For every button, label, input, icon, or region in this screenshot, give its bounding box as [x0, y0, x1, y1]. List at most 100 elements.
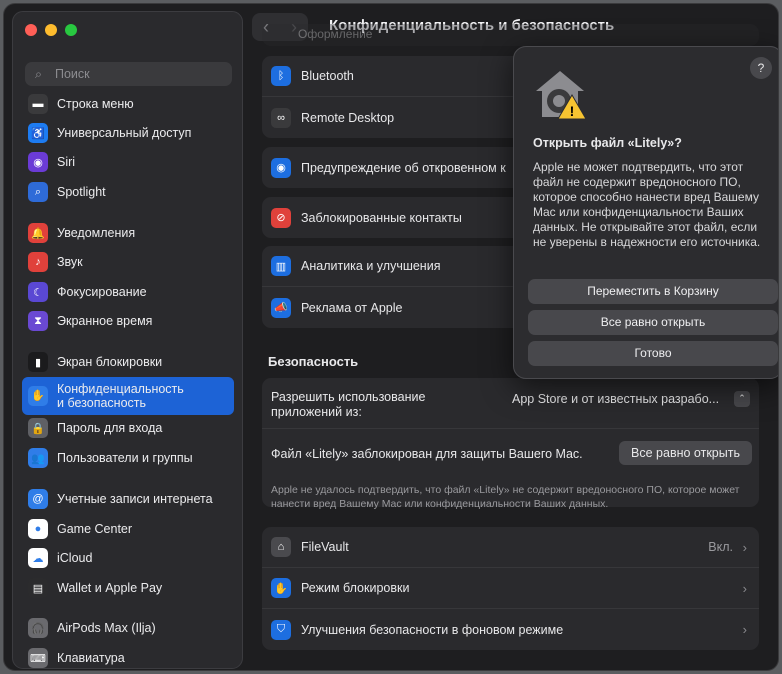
- sidebar-item[interactable]: 🔔 Уведомления: [22, 220, 234, 246]
- dialog-title: Открыть файл «Litely»?: [533, 136, 682, 150]
- sidebar-item[interactable]: 🔒 Пароль для входа: [22, 415, 234, 441]
- row-label: Улучшения безопасности в фоновом режиме: [301, 622, 564, 637]
- sidebar-item[interactable]: ⌨ Клавиатура: [22, 645, 234, 668]
- sidebar-item[interactable]: ● Game Center: [22, 516, 234, 542]
- spotlight-icon: ⌕: [28, 182, 48, 202]
- security-card: Разрешить использование приложений из: A…: [262, 378, 759, 510]
- chevron-right-icon: ›: [742, 580, 747, 596]
- siri-icon: ◉: [28, 152, 48, 172]
- settings-row[interactable]: ⛉ Улучшения безопасности в фоновом режиме…: [262, 609, 759, 650]
- open-anyway-button[interactable]: Все равно открыть: [619, 441, 752, 465]
- open-file-dialog: ? ! Открыть файл «Litely»? Apple не може…: [513, 46, 778, 379]
- sidebar-item[interactable]: 🎧 AirPods Max (Ilja): [22, 615, 234, 641]
- sidebar-item[interactable]: ▬ Строка меню: [22, 91, 234, 117]
- sidebar-item-label: Game Center: [57, 522, 133, 536]
- sidebar-item[interactable]: ⌕ Spotlight: [22, 179, 234, 205]
- close-window-button[interactable]: [25, 24, 37, 36]
- row-label: Реклама от Apple: [301, 300, 403, 315]
- chevron-right-icon: ›: [742, 622, 747, 637]
- at-icon: @: [28, 489, 48, 509]
- sidebar-item-label: Siri: [57, 155, 76, 169]
- row-label: Bluetooth: [301, 69, 354, 83]
- bell-icon: 🔔: [28, 223, 48, 243]
- binoculars-icon: ∞: [271, 107, 291, 128]
- open-anyway-dialog-button[interactable]: Все равно открыть: [528, 310, 778, 335]
- sidebar-item-label: Экранное время: [57, 314, 153, 328]
- sidebar-item[interactable]: ♪ Звук: [22, 249, 234, 275]
- sidebar-item-label: Пароль для входа: [57, 421, 163, 435]
- sidebar-item-label: Звук: [57, 255, 83, 269]
- moon-icon: ☾: [28, 282, 48, 302]
- eye-icon: ◉: [271, 157, 291, 178]
- partial-top-row: Оформление: [262, 24, 759, 46]
- svg-text:!: !: [570, 103, 575, 119]
- gatekeeper-warning-icon: !: [534, 69, 587, 121]
- security-heading: Безопасность: [268, 354, 359, 369]
- sidebar-item-label: Конфиденциальность и безопасность: [57, 382, 184, 410]
- help-button[interactable]: ?: [750, 57, 772, 79]
- sidebar-item[interactable]: ⧗ Экранное время: [22, 308, 234, 334]
- settings-row[interactable]: ✋ Режим блокировки ›: [262, 568, 759, 609]
- wallet-icon: ▤: [28, 578, 48, 598]
- sidebar-item[interactable]: ▤ Wallet и Apple Pay: [22, 575, 234, 601]
- move-to-trash-button[interactable]: Переместить в Корзину: [528, 279, 778, 304]
- sidebar-item-label: Фокусирование: [57, 285, 147, 299]
- cloud-icon: ☁: [28, 548, 48, 568]
- hourglass-icon: ⧗: [28, 311, 48, 331]
- chevron-updown-icon: ⌃: [734, 391, 750, 407]
- lockdown-hand-icon: ✋: [271, 578, 291, 598]
- accessibility-icon: ♿: [28, 123, 48, 143]
- sidebar-item-label: Уведомления: [57, 226, 136, 240]
- lock-icon: 🔒: [28, 418, 48, 438]
- lock-screen-icon: ▮: [28, 352, 48, 372]
- search-icon: ⌕: [35, 67, 43, 81]
- allow-apps-select[interactable]: App Store и от известных разрабо... ⌃: [512, 388, 754, 410]
- menubar-icon: ▬: [28, 94, 48, 114]
- megaphone-icon: 📣: [271, 297, 291, 318]
- sidebar-item[interactable]: @ Учетные записи интернета: [22, 486, 234, 512]
- row-label: Заблокированные контакты: [301, 210, 462, 225]
- filevault-icon: ⌂: [271, 537, 291, 557]
- sidebar-item-label: iCloud: [57, 551, 93, 565]
- sidebar-item[interactable]: ✋ Конфиденциальность и безопасность: [22, 377, 234, 415]
- search-placeholder: Поиск: [55, 67, 90, 81]
- row-value: Вкл.: [708, 540, 733, 554]
- shield-icon: ⛉: [271, 619, 291, 640]
- row-label: Режим блокировки: [301, 581, 410, 595]
- sidebar-item-label: Spotlight: [57, 185, 106, 199]
- sidebar-item-label: AirPods Max (Ilja): [57, 621, 156, 635]
- security-note: Apple не удалось подтвердить, что файл «…: [271, 484, 740, 510]
- allow-apps-label: Разрешить использование приложений из:: [271, 390, 426, 419]
- row-label: FileVault: [301, 540, 349, 554]
- settings-window: ▭Рабочий стол и Dock▬Строка меню♿Универс…: [3, 3, 779, 671]
- zoom-window-button[interactable]: [65, 24, 77, 36]
- sidebar-item-label: Клавиатура: [57, 651, 125, 665]
- sidebar-item[interactable]: ▮ Экран блокировки: [22, 349, 234, 375]
- row-label: Предупреждение об откровенном к: [301, 160, 506, 175]
- sidebar-item[interactable]: ☾ Фокусирование: [22, 279, 234, 305]
- sidebar-item-label: Экран блокировки: [57, 355, 163, 369]
- search-input[interactable]: ⌕ Поиск: [25, 62, 232, 86]
- sidebar-item[interactable]: 👥 Пользователи и группы: [22, 445, 234, 471]
- sidebar-item-label: Учетные записи интернета: [57, 492, 213, 506]
- hand-icon: ✋: [28, 386, 48, 406]
- settings-row[interactable]: ⌂ FileVault Вкл. ›: [262, 527, 759, 568]
- minimize-window-button[interactable]: [45, 24, 57, 36]
- sidebar-item-label: Пользователи и группы: [57, 451, 193, 465]
- sidebar-item-label: Строка меню: [57, 97, 134, 111]
- dialog-message: Apple не может подтвердить, что этот фай…: [533, 160, 761, 249]
- chevron-right-icon: ›: [742, 539, 747, 555]
- row-label: Remote Desktop: [301, 110, 395, 125]
- sidebar: ▭Рабочий стол и Dock▬Строка меню♿Универс…: [12, 11, 243, 669]
- security-settings-card: ⌂ FileVault Вкл. › ✋ Режим блокировки › ⛉ Улучше…: [262, 527, 759, 650]
- gamecenter-icon: ●: [28, 519, 48, 539]
- bluetooth-icon: ᛒ: [271, 66, 291, 86]
- sidebar-item[interactable]: ♿ Универсальный доступ: [22, 120, 234, 146]
- keyboard-icon: ⌨: [28, 648, 48, 668]
- done-button[interactable]: Готово: [528, 341, 778, 366]
- sidebar-item-label: Универсальный доступ: [57, 126, 192, 140]
- sidebar-item-label: Wallet и Apple Pay: [57, 581, 163, 595]
- chart-icon: ▥: [271, 256, 291, 276]
- sidebar-item[interactable]: ☁ iCloud: [22, 545, 234, 571]
- sidebar-item[interactable]: ◉ Siri: [22, 149, 234, 175]
